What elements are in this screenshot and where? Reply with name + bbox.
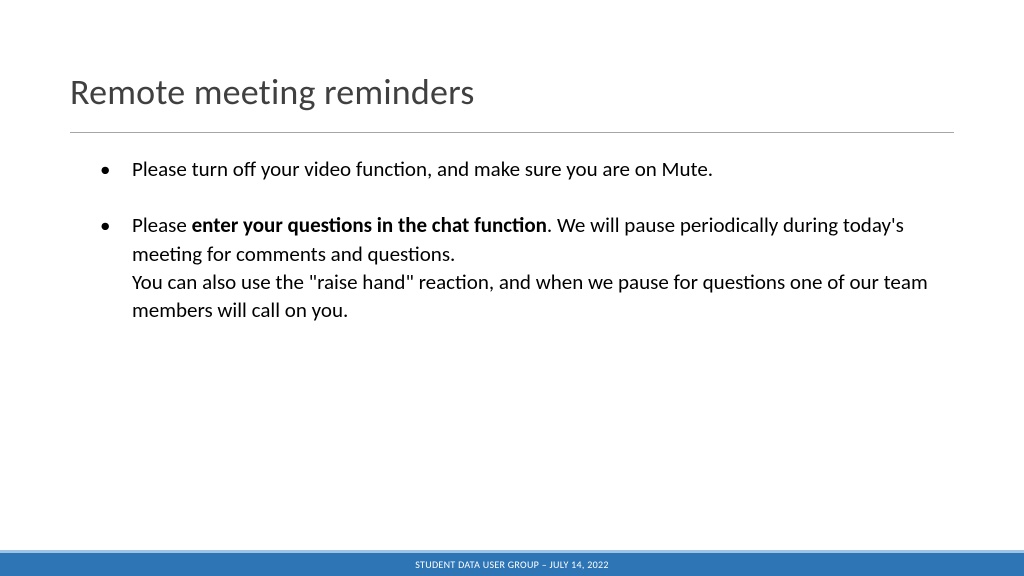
title-divider [70, 132, 954, 133]
footer-text: STUDENT DATA USER GROUP – JULY 14, 2022 [415, 558, 609, 571]
bullet-list: Please turn off your video function, and… [70, 155, 954, 325]
bullet-item: Please turn off your video function, and… [100, 155, 954, 183]
bullet-item: Please enter your questions in the chat … [100, 211, 954, 324]
bullet-text-before: Please turn off your video function, and… [132, 156, 713, 182]
bullet-text-before: Please [132, 212, 192, 238]
slide-title: Remote meeting reminders [70, 70, 954, 114]
slide-container: Remote meeting reminders Please turn off… [0, 0, 1024, 576]
bullet-text-bold: enter your questions in the chat functio… [192, 212, 547, 238]
footer-bar: STUDENT DATA USER GROUP – JULY 14, 2022 [0, 550, 1024, 576]
